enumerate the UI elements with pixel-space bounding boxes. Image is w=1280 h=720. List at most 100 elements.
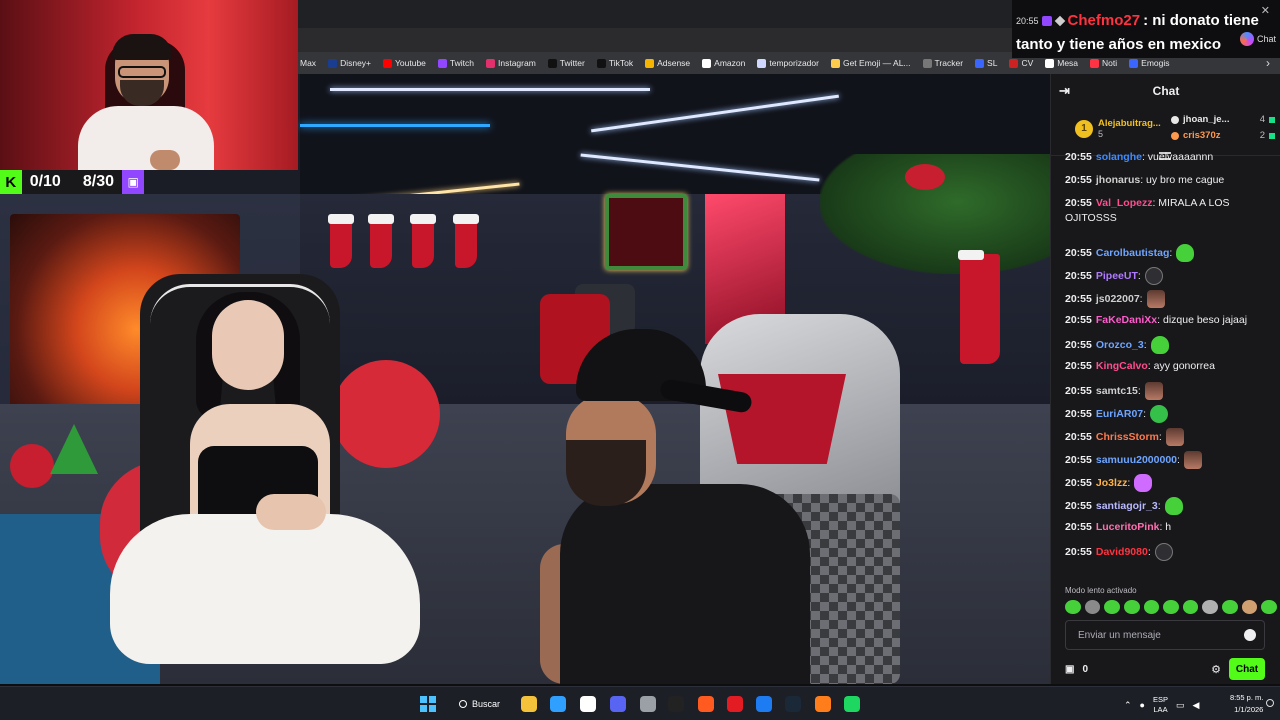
message-username[interactable]: ChrissStorm (1096, 431, 1159, 443)
gear-icon[interactable]: ⚙ (1211, 663, 1221, 676)
silver-medal-icon (1171, 115, 1179, 124)
message-time: 20:55 (1065, 407, 1092, 420)
message-username[interactable]: David9080 (1096, 546, 1148, 558)
bookmarks-more-icon[interactable]: › (1266, 56, 1270, 70)
emote-icon[interactable] (1182, 600, 1199, 614)
bookmark-item[interactable]: Twitter (547, 58, 593, 68)
chat-pill[interactable]: Chat (1239, 32, 1276, 46)
channel-points[interactable]: ▣ 0 (1065, 664, 1088, 675)
bookmark-item[interactable]: Mesa (1045, 58, 1086, 68)
taskbar-app-icon[interactable] (756, 696, 772, 712)
message-time: 20:55 (1065, 338, 1092, 351)
bookmark-item[interactable]: Tracker (922, 58, 972, 68)
microphone-icon[interactable]: ● (1140, 700, 1145, 710)
message-username[interactable]: PipeeUT (1096, 270, 1138, 282)
message-username[interactable]: EuriAR07 (1096, 408, 1143, 420)
notification-icon[interactable] (1266, 699, 1274, 707)
alert-time: 20:55 (1016, 15, 1039, 26)
message-text: : dizque beso jajaaj (1157, 314, 1248, 326)
message-username[interactable]: santiagojr_3 (1096, 500, 1158, 512)
emote-icon[interactable] (1084, 600, 1101, 614)
message-time: 20:55 (1065, 360, 1092, 372)
bookmark-favicon-icon (1009, 58, 1019, 68)
language-indicator[interactable]: ESP LAA (1153, 695, 1168, 715)
bookmark-item[interactable]: Noti (1090, 58, 1125, 68)
chat-message: 20:55 samtc15: (1065, 382, 1271, 400)
leader-second[interactable]: jhoan_je... 4 (1171, 114, 1275, 125)
volume-icon[interactable]: ◀ (1193, 700, 1200, 711)
emote-icon[interactable] (1241, 600, 1258, 614)
bookmark-item[interactable]: SL (975, 58, 1005, 68)
leader-name: jhoan_je... (1183, 114, 1230, 125)
emote-icon[interactable] (1123, 600, 1140, 614)
shark-mouth (718, 374, 846, 464)
message-username[interactable]: Jo3lzz (1096, 477, 1128, 489)
collapse-chat-icon[interactable]: ⇥ (1059, 83, 1070, 99)
bookmark-item[interactable]: Amazon (702, 58, 753, 68)
taskbar-app-icon[interactable] (815, 696, 831, 712)
kick-count: 0/10 (29, 173, 61, 190)
taskbar-app-icon[interactable] (785, 696, 801, 712)
bookmark-item[interactable]: Youtube (383, 58, 434, 68)
chat-message: 20:55 KingCalvo: ayy gonorrea (1065, 359, 1271, 374)
message-username[interactable]: Carolbautistag (1096, 247, 1170, 259)
message-username[interactable]: KingCalvo (1096, 360, 1148, 372)
message-username[interactable]: FaKeDaniXx (1096, 314, 1157, 326)
emoji-icon[interactable] (1244, 629, 1256, 641)
bookmark-item[interactable]: Disney+ (328, 58, 379, 68)
bookmark-item[interactable]: temporizador (757, 58, 827, 68)
chat-message: 20:55 jhonarus: uy bro me cague (1065, 173, 1271, 188)
message-username[interactable]: Val_Lopezz (1096, 197, 1153, 209)
bookmark-item[interactable]: Max (298, 58, 324, 68)
windows-start-icon[interactable] (420, 696, 436, 712)
network-icon[interactable]: ▭ (1176, 700, 1185, 711)
taskbar-app-icon[interactable] (668, 696, 684, 712)
message-time: 20:55 (1065, 453, 1092, 466)
message-time: 20:55 (1065, 151, 1092, 163)
emote-icon[interactable] (1104, 600, 1120, 614)
message-username[interactable]: samtc15 (1096, 385, 1138, 397)
send-chat-button[interactable]: Chat (1229, 658, 1265, 680)
message-time: 20:55 (1065, 174, 1092, 186)
bookmark-item[interactable]: Emogis (1129, 58, 1177, 68)
chat-message: 20:55 solanghe: vuelvaaaannn (1065, 150, 1271, 165)
lang-code: ESP (1152, 695, 1168, 704)
emote-icon[interactable] (1143, 600, 1160, 614)
message-username[interactable]: solanghe (1096, 151, 1142, 163)
taskbar-app-icon[interactable] (521, 696, 537, 712)
taskbar-app-icon[interactable] (727, 696, 743, 712)
emote-icon[interactable] (1261, 600, 1278, 614)
taskbar-app-icon[interactable] (698, 696, 714, 712)
taskbar-search[interactable]: Buscar (451, 692, 511, 716)
bookmark-item[interactable]: CV (1009, 58, 1041, 68)
taskbar-app-icon[interactable] (610, 696, 626, 712)
taskbar-app-icon[interactable] (550, 696, 566, 712)
taskbar-app-icon[interactable] (640, 696, 656, 712)
webcam-glasses (118, 66, 166, 78)
taskbar-clock[interactable]: 8:55 p. m. 1/1/2026 (1230, 692, 1263, 716)
bookmark-item[interactable]: TikTok (596, 58, 641, 68)
message-username[interactable]: js022007 (1096, 293, 1140, 305)
leader-first[interactable]: 1 Alejabuitrag... 5 (1075, 118, 1161, 139)
close-icon[interactable]: ✕ (1261, 4, 1270, 17)
bookmark-item[interactable]: Get Emoji — AL... (830, 58, 919, 68)
chat-input[interactable]: Enviar un mensaje (1065, 620, 1265, 650)
message-username[interactable]: samuuu2000000 (1096, 454, 1177, 466)
message-username[interactable]: jhonarus (1096, 174, 1140, 186)
emote-icon[interactable] (1065, 600, 1081, 614)
message-username[interactable]: LuceritoPink (1096, 521, 1160, 533)
message-username[interactable]: Orozco_3 (1096, 339, 1144, 351)
bookmark-item[interactable]: Adsense (645, 58, 698, 68)
bookmark-item[interactable]: Instagram (486, 58, 544, 68)
alert-username[interactable]: Chefmo27 (1068, 12, 1141, 29)
emote-icon[interactable] (1202, 600, 1219, 614)
leader-third[interactable]: cris370z 2 (1171, 130, 1275, 141)
bookmark-item[interactable]: Twitch (437, 58, 482, 68)
emote-icon[interactable] (1222, 600, 1238, 614)
taskbar-app-icon[interactable] (580, 696, 596, 712)
chevron-up-icon[interactable]: ⌃ (1124, 700, 1132, 711)
chat-message: 20:55 ChrissStorm: (1065, 428, 1271, 446)
emote-icon[interactable] (1163, 600, 1179, 614)
taskbar-app-icon[interactable] (844, 696, 860, 712)
person-beard (566, 440, 646, 506)
